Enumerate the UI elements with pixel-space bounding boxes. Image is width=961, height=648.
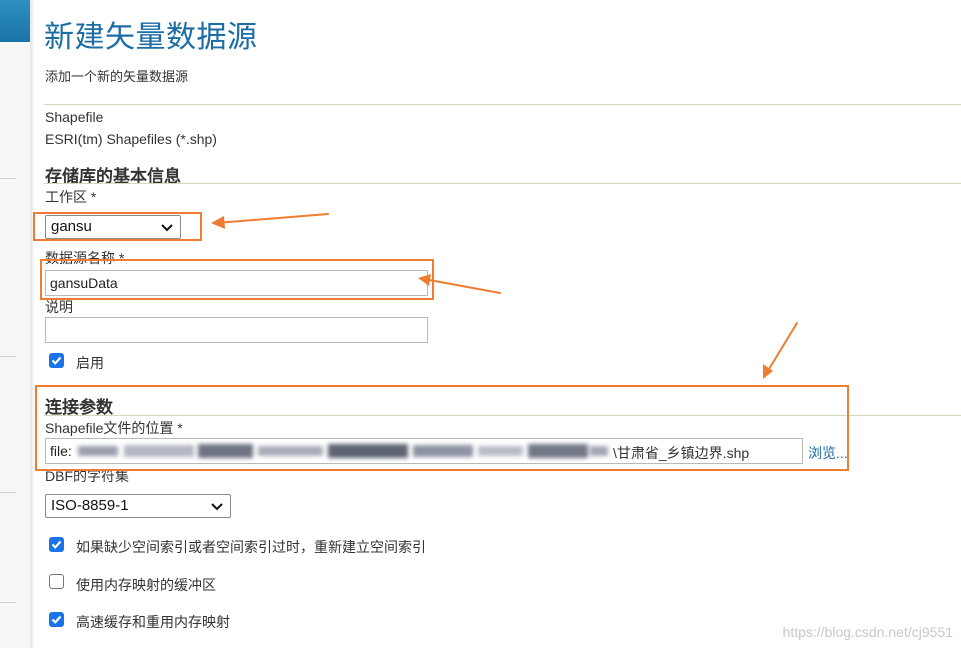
annotation-arrows (211, 213, 798, 379)
arrow-icon (765, 322, 798, 375)
arrow-icon (423, 278, 501, 294)
watermark: https://blog.csdn.net/cj9551 (782, 624, 953, 640)
arrow-icon (215, 213, 329, 224)
